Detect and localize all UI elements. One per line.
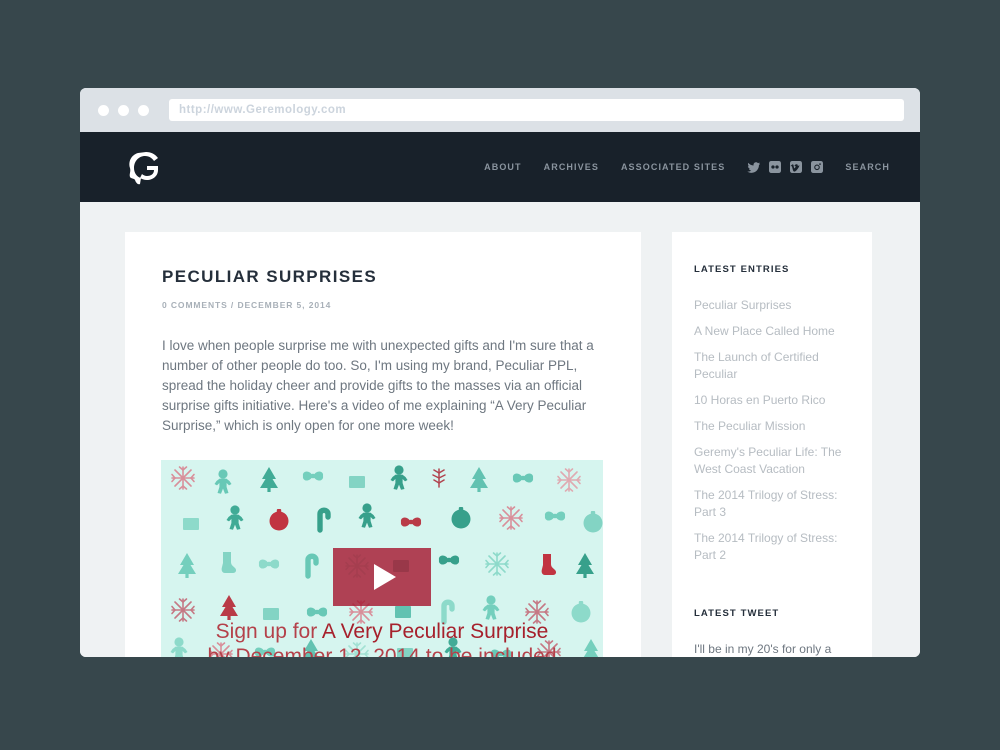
latest-entries-heading: LATEST ENTRIES	[694, 264, 790, 275]
nav-item-archives[interactable]: ARCHIVES	[544, 162, 599, 172]
latest-entries-list: Peculiar Surprises A New Place Called Ho…	[694, 297, 850, 564]
video-caption-light: Sign up for	[215, 620, 322, 644]
minimize-button[interactable]	[118, 104, 129, 116]
nav-item-search[interactable]: SEARCH	[845, 162, 890, 172]
list-item[interactable]: A New Place Called Home	[694, 323, 850, 340]
page-title: PECULIAR SURPRISES	[162, 267, 378, 286]
video-thumbnail[interactable]: Sign up for A Very Peculiar Surprise by …	[161, 459, 603, 657]
video-caption-strong: A Very Peculiar Surprise	[321, 620, 549, 644]
play-button[interactable]	[333, 547, 431, 606]
vimeo-icon[interactable]	[790, 161, 803, 173]
browser-chrome: http://www.Geremology.com	[80, 88, 920, 132]
list-item[interactable]: Geremy's Peculiar Life: The West Coast V…	[694, 444, 850, 478]
url-text: http://www.Geremology.com	[179, 104, 347, 116]
browser-window: http://www.Geremology.com ABOUT ARCHIVES…	[80, 88, 920, 657]
flickr-icon[interactable]	[769, 161, 782, 173]
maximize-button[interactable]	[138, 104, 149, 116]
social-links	[747, 161, 824, 174]
page-body: PECULIAR SURPRISES 0 COMMENTS / DECEMBER…	[80, 202, 920, 657]
list-item[interactable]: The 2014 Trilogy of Stress: Part 3	[694, 487, 850, 521]
address-bar[interactable]: http://www.Geremology.com	[169, 99, 904, 121]
list-item[interactable]: The 2014 Trilogy of Stress: Part 2	[694, 530, 850, 564]
list-item[interactable]: The Peculiar Mission	[694, 418, 850, 435]
geremology-logo[interactable]	[125, 145, 165, 189]
video-caption: Sign up for A Very Peculiar Surprise by …	[161, 620, 603, 657]
list-item[interactable]: 10 Horas en Puerto Rico	[694, 392, 850, 409]
list-item[interactable]: Peculiar Surprises	[694, 297, 850, 314]
post-meta: 0 COMMENTS / DECEMBER 5, 2014	[162, 300, 332, 310]
nav-item-about[interactable]: ABOUT	[484, 162, 522, 172]
article-card: PECULIAR SURPRISES 0 COMMENTS / DECEMBER…	[125, 232, 641, 657]
sidebar: LATEST ENTRIES Peculiar Surprises A New …	[672, 232, 872, 657]
video-caption-line-1: Sign up for A Very Peculiar Surprise	[161, 620, 603, 645]
video-caption-line-2: by December 12, 2014 to be included	[207, 645, 557, 657]
site-header: ABOUT ARCHIVES ASSOCIATED SITES SEARCH	[80, 132, 920, 202]
post-body: I love when people surprise me with unex…	[162, 338, 594, 433]
close-button[interactable]	[98, 104, 109, 116]
twitter-icon[interactable]	[747, 161, 761, 174]
instagram-icon[interactable]	[811, 161, 824, 173]
nav-item-associated-sites[interactable]: ASSOCIATED SITES	[621, 162, 725, 172]
list-item[interactable]: The Launch of Certified Peculiar	[694, 349, 850, 383]
main-navigation: ABOUT ARCHIVES ASSOCIATED SITES SEARCH	[484, 161, 890, 174]
play-icon	[373, 563, 396, 590]
latest-tweet-text: I'll be in my 20's for only a few more m…	[694, 642, 832, 657]
window-controls[interactable]	[98, 104, 149, 116]
latest-tweet-heading: LATEST TWEET	[694, 608, 780, 620]
